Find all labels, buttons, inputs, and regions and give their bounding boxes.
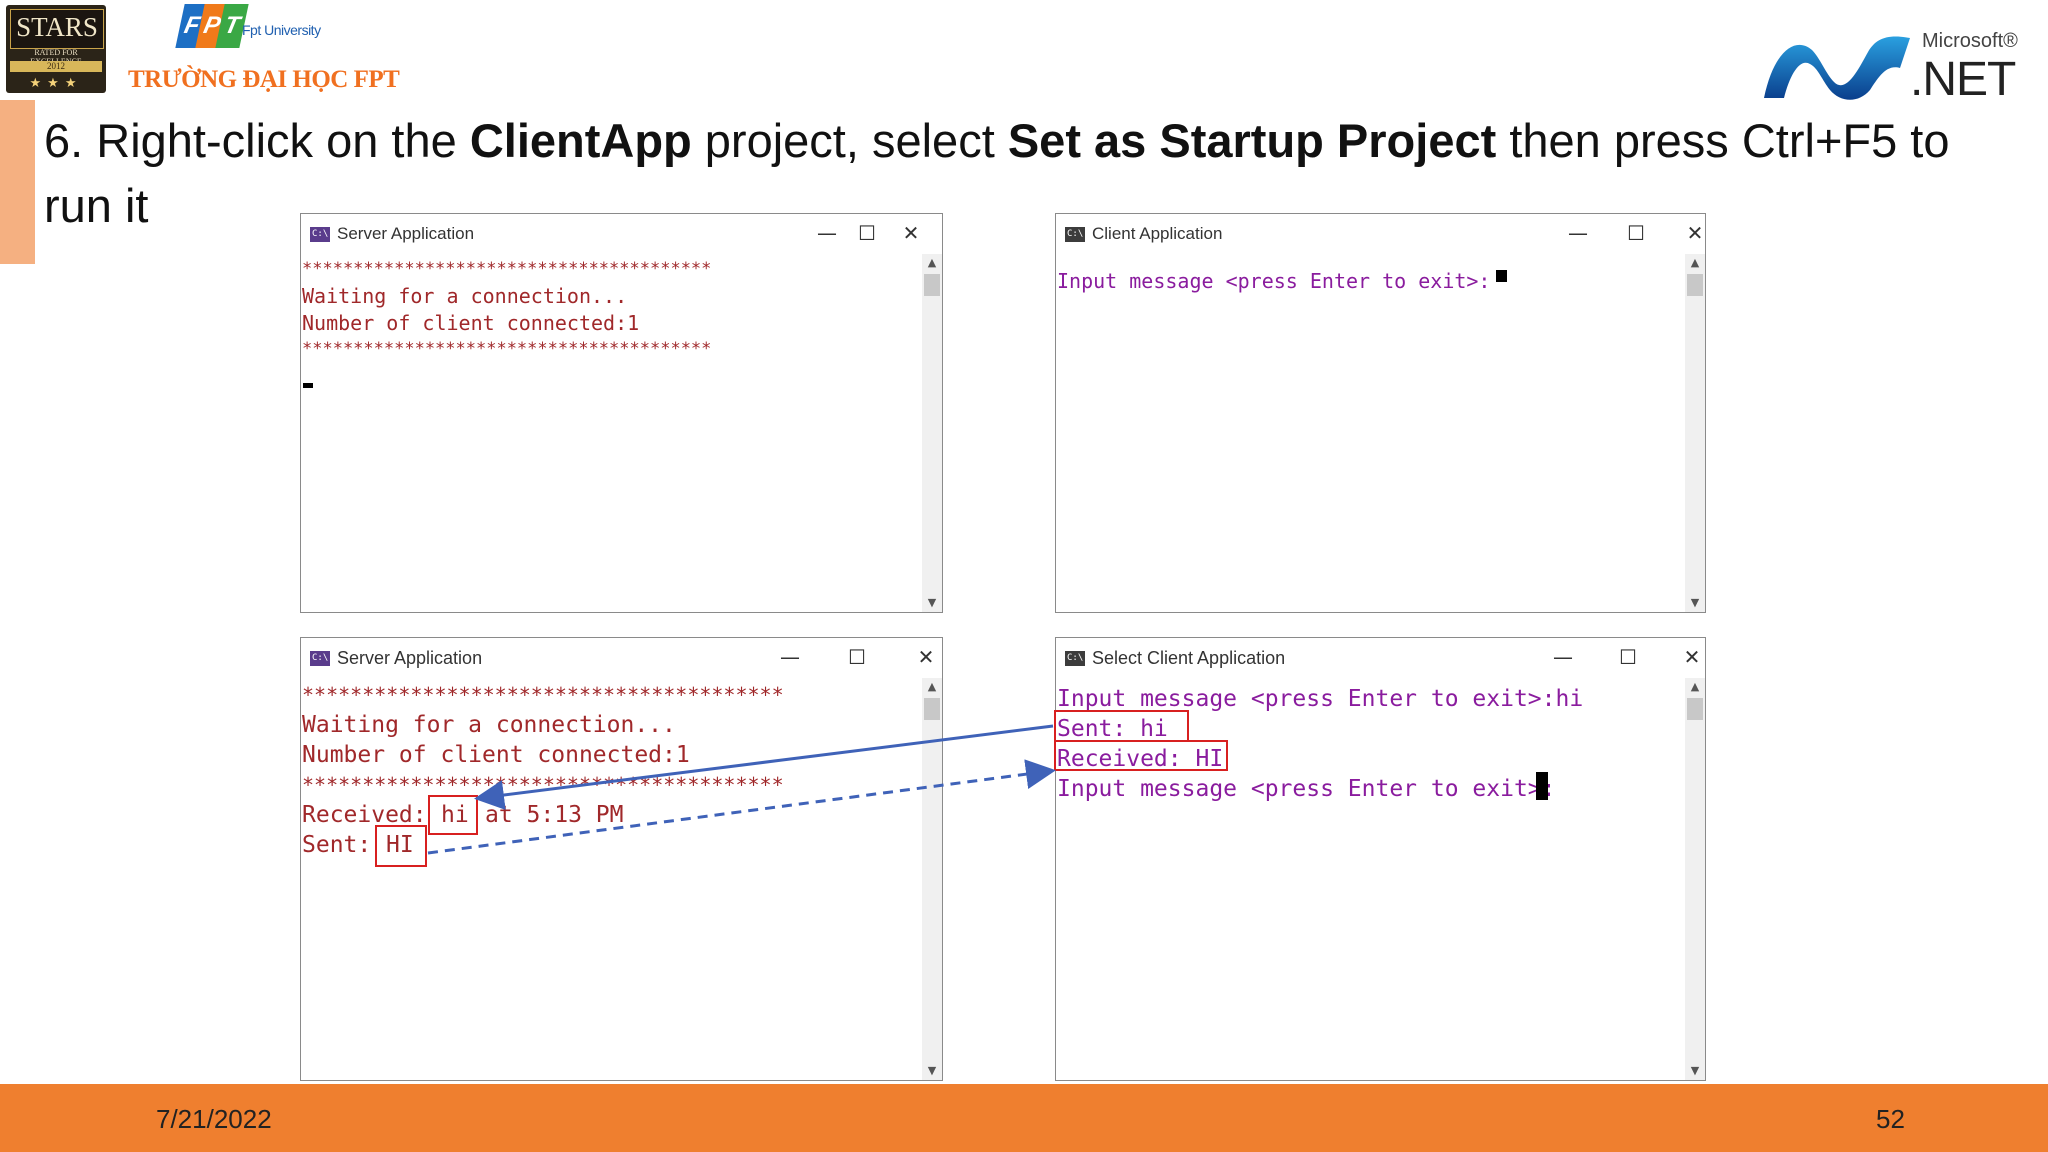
footer-date: 7/21/2022 [156, 1104, 272, 1134]
footer-bar [0, 1084, 2048, 1152]
reply-arrow [427, 759, 1056, 855]
sent-to-received-arrow [474, 724, 1054, 810]
message-flow-arrows [427, 724, 1056, 855]
page-number: 52 [1876, 1104, 1905, 1134]
